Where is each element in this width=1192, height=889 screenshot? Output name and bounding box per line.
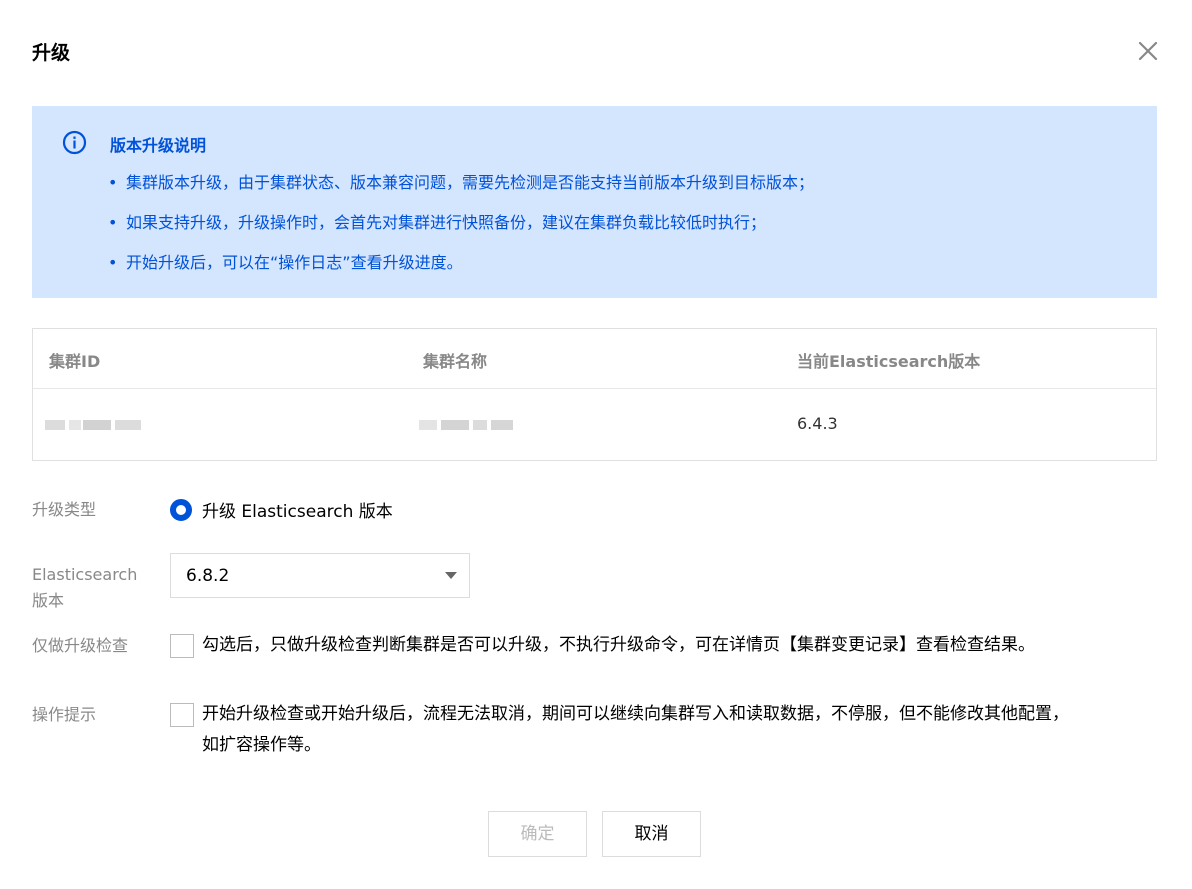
bullet: •: [108, 173, 118, 192]
check-only-label: 仅做升级检查: [32, 636, 129, 655]
operation-tip-text: 开始升级检查或开始升级后，流程无法取消，期间可以继续向集群写入和读取数据，不停服…: [202, 704, 1069, 755]
cluster-name-masked: [419, 417, 519, 433]
upgrade-notice: 版本升级说明 • 集群版本升级，由于集群状态、版本兼容问题，需要先检测是否能支持当…: [32, 106, 1157, 298]
header-current-version: 当前Elasticsearch版本: [797, 352, 981, 371]
notice-item: • 开始升级后，可以在“操作日志”查看升级进度。: [108, 253, 463, 272]
operation-tip-checkbox[interactable]: [170, 703, 194, 727]
current-version-value: 6.4.3: [797, 414, 838, 433]
check-only-checkbox[interactable]: [170, 634, 194, 658]
dialog-title: 升级: [32, 42, 71, 64]
caret-down-icon: [445, 572, 457, 579]
cancel-button[interactable]: 取消: [602, 811, 701, 857]
check-only-text: 勾选后，只做升级检查判断集群是否可以升级，不执行升级命令，可在详情页【集群变更记…: [202, 635, 1035, 655]
cluster-id-masked: [45, 417, 145, 433]
header-cluster-id: 集群ID: [49, 352, 101, 371]
upgrade-type-label: 升级类型: [32, 500, 97, 519]
notice-title: 版本升级说明: [110, 136, 207, 155]
header-cluster-name: 集群名称: [423, 352, 488, 371]
notice-list: • 集群版本升级，由于集群状态、版本兼容问题，需要先检测是否能支持当前版本升级到目…: [108, 172, 814, 292]
upgrade-type-radio[interactable]: [170, 499, 192, 521]
notice-item: • 如果支持升级，升级操作时，会首先对集群进行快照备份，建议在集群负载比较低时执行…: [108, 213, 767, 232]
es-version-label: Elasticsearch 版本: [32, 565, 138, 610]
close-button[interactable]: [1134, 37, 1162, 65]
operation-tip-label: 操作提示: [32, 705, 97, 724]
notice-item: • 集群版本升级，由于集群状态、版本兼容问题，需要先检测是否能支持当前版本升级到目…: [108, 173, 815, 192]
close-icon[interactable]: [1134, 37, 1162, 65]
es-version-select[interactable]: 6.8.2: [170, 553, 470, 598]
bullet: •: [108, 213, 118, 232]
upgrade-type-option[interactable]: 升级 Elasticsearch 版本: [202, 497, 393, 522]
info-icon: [62, 130, 87, 155]
cluster-table: 集群ID 集群名称 当前Elasticsearch版本 6.4.3: [32, 328, 1157, 461]
bullet: •: [108, 253, 118, 272]
es-version-value: 6.8.2: [186, 566, 230, 586]
table-header: 集群ID 集群名称 当前Elasticsearch版本: [33, 329, 1156, 389]
confirm-button[interactable]: 确定: [488, 811, 587, 857]
